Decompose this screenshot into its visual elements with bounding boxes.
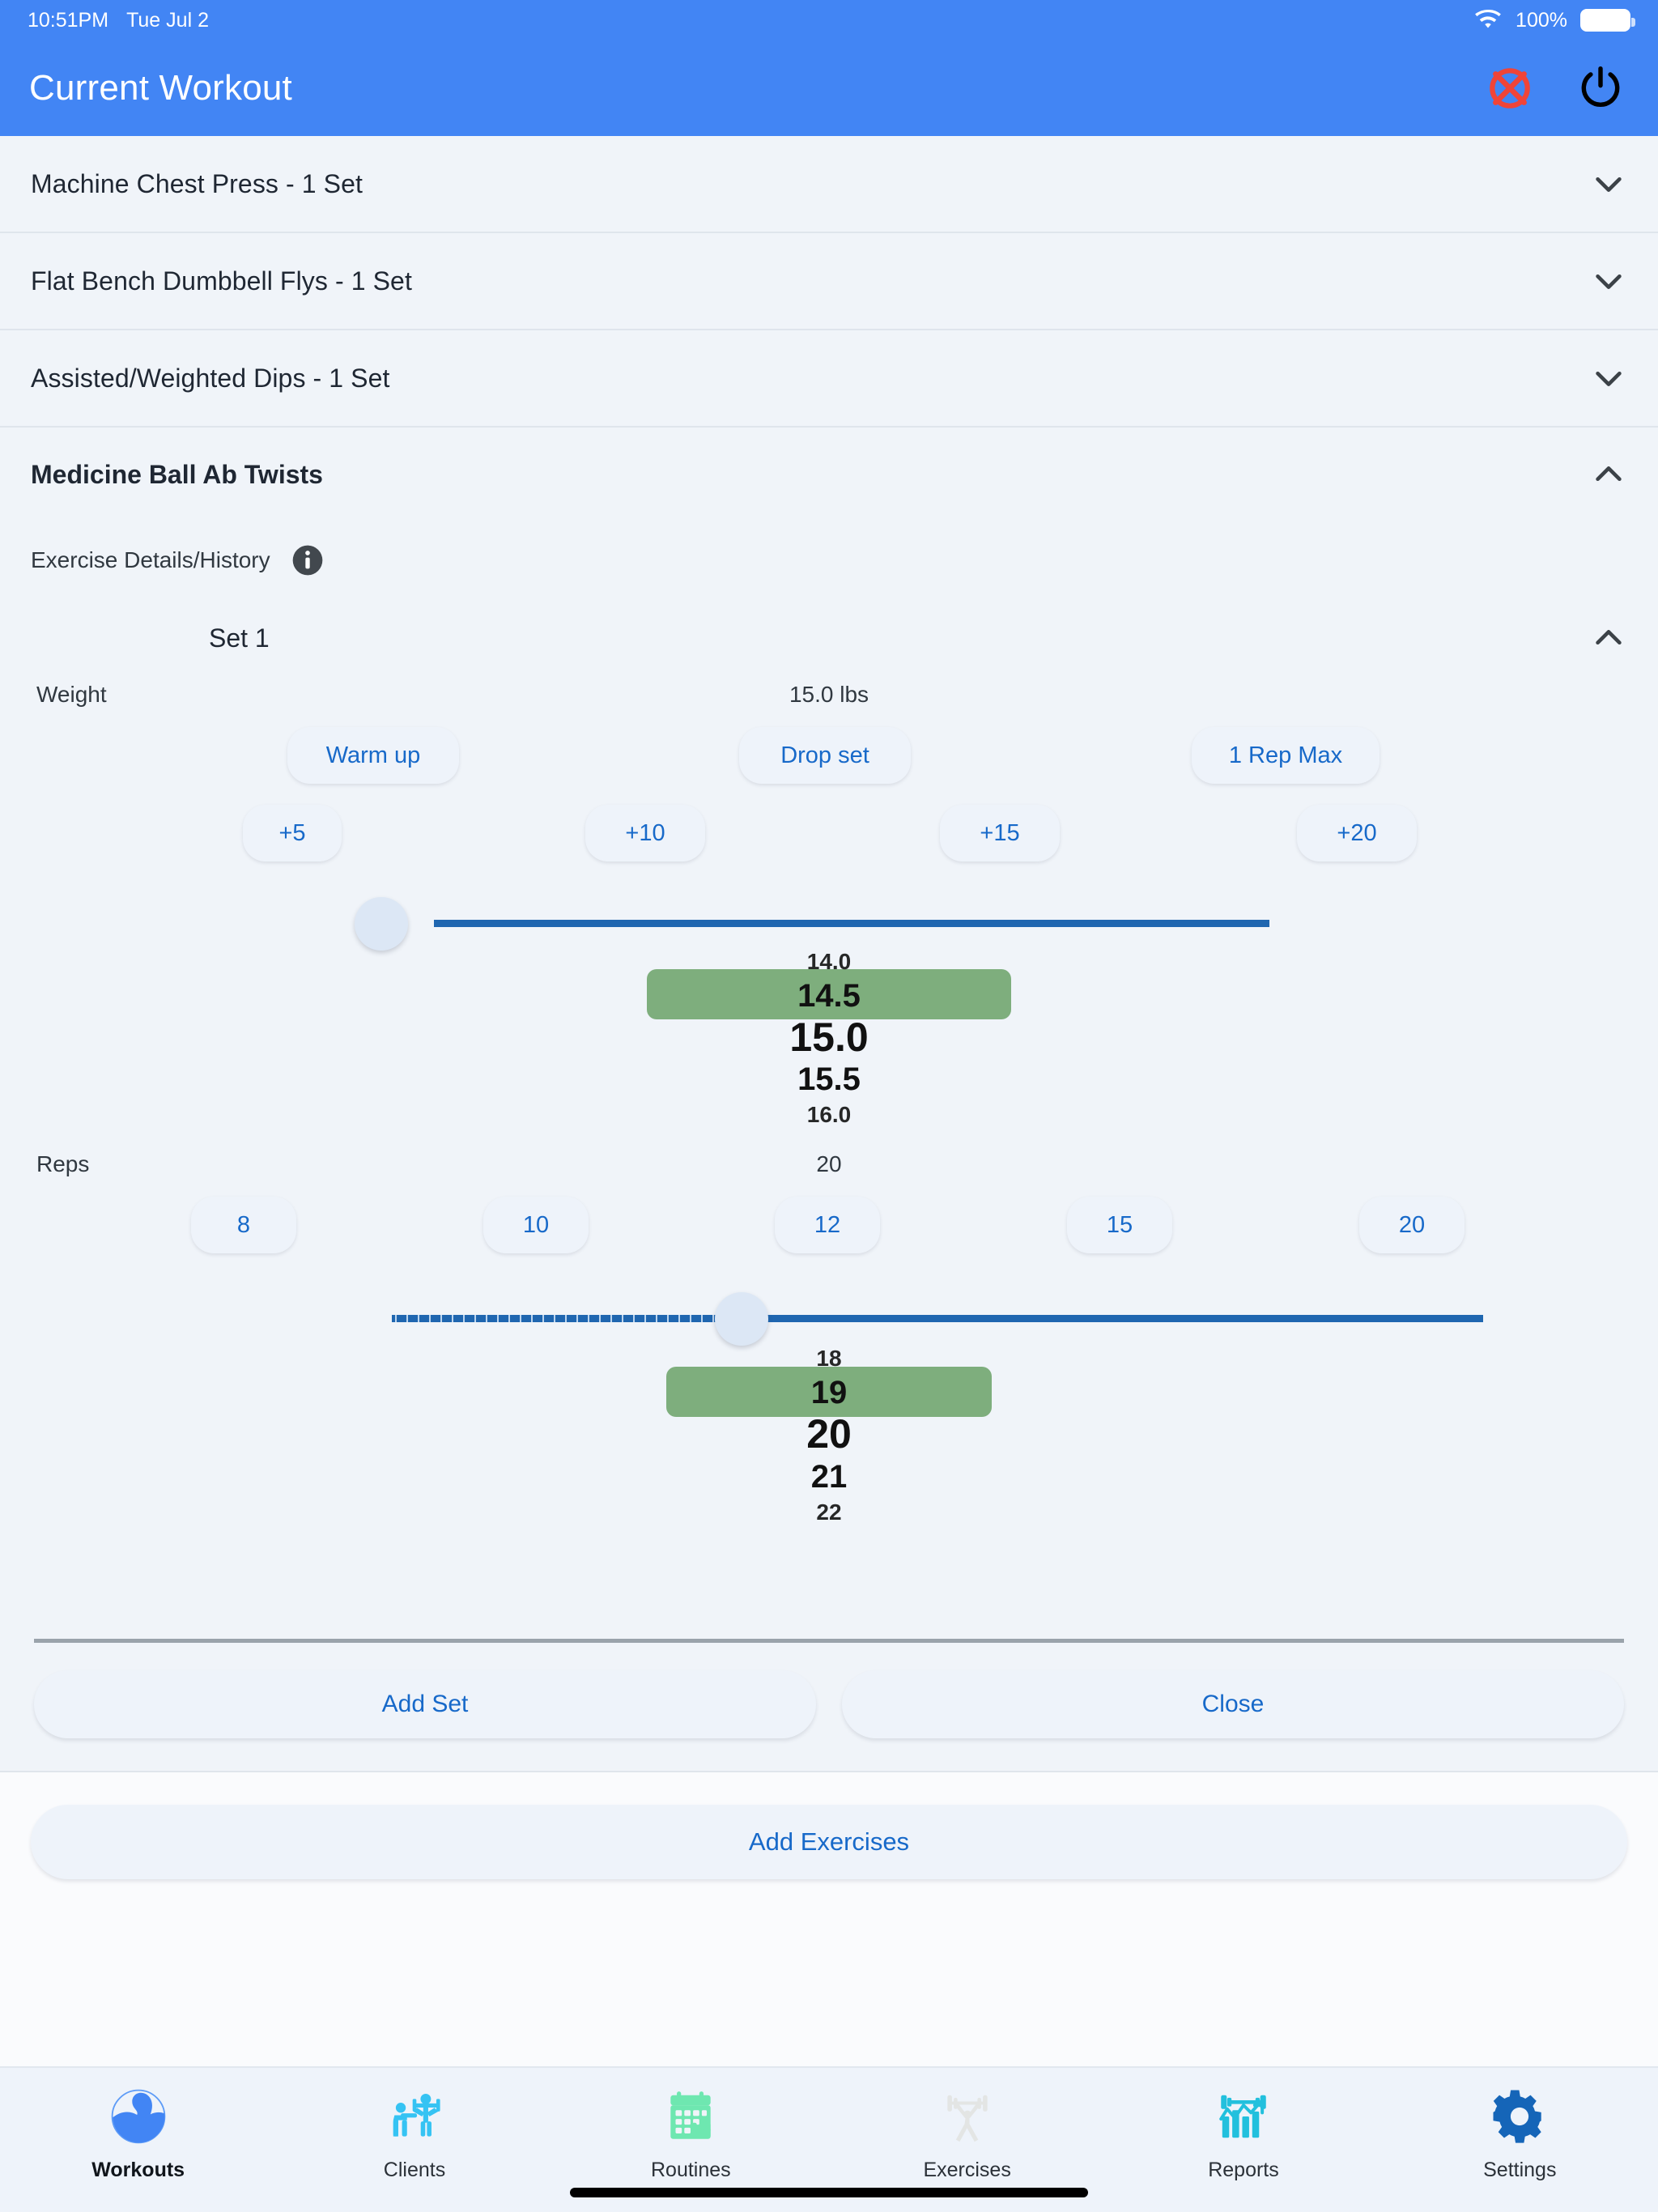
reps-20-button[interactable]: 20 [1359, 1197, 1465, 1253]
reps-option[interactable]: 19 [0, 1375, 1658, 1411]
gear-icon [1482, 2079, 1557, 2154]
tab-clients[interactable]: Clients [276, 2079, 552, 2182]
status-bar: 10:51PM Tue Jul 2 100% [0, 0, 1658, 40]
info-icon[interactable] [291, 544, 324, 576]
add-exercises-wrap: Add Exercises [0, 1772, 1658, 1879]
expanded-exercise-title: Medicine Ball Ab Twists [31, 459, 323, 489]
warm-up-button[interactable]: Warm up [287, 727, 459, 784]
nav-actions [1483, 62, 1627, 115]
tab-routines[interactable]: Routines [553, 2079, 829, 2182]
reps-slider-track-filled[interactable] [392, 1315, 746, 1322]
status-bar-right: 100% [1473, 8, 1635, 32]
reps-value: 20 [816, 1151, 842, 1176]
exercise-details-label: Exercise Details/History [31, 547, 270, 572]
set-actions-row: Add Set Close [0, 1643, 1658, 1771]
app-screen: 10:51PM Tue Jul 2 100% Current Workout M… [0, 0, 1658, 2212]
expanded-exercise-header[interactable]: Medicine Ball Ab Twists [0, 428, 1658, 521]
chevron-down-icon[interactable] [1590, 165, 1627, 202]
weight-modifier-row: Warm up Drop set 1 Rep Max [0, 727, 1658, 805]
expanded-exercise-panel: Medicine Ball Ab Twists Exercise Details… [0, 428, 1658, 1772]
exercise-row-label: Assisted/Weighted Dips - 1 Set [31, 363, 390, 393]
cancel-workout-button[interactable] [1483, 62, 1537, 115]
page-title: Current Workout [29, 68, 292, 108]
chevron-down-icon[interactable] [1590, 262, 1627, 300]
reps-quick-row: 8 10 12 15 20 [0, 1197, 1658, 1274]
tab-label: Exercises [923, 2159, 1011, 2181]
weight-increment-row: +5 +10 +15 +20 [0, 805, 1658, 879]
set-header[interactable]: Set 1 [0, 599, 1658, 677]
reps-15-button[interactable]: 15 [1067, 1197, 1172, 1253]
people-training-icon [377, 2079, 452, 2154]
tab-label: Settings [1483, 2159, 1557, 2181]
reps-10-button[interactable]: 10 [483, 1197, 589, 1253]
tab-reports[interactable]: Reports [1105, 2079, 1381, 2182]
home-indicator [570, 2188, 1088, 2197]
reps-slider-thumb[interactable] [715, 1292, 768, 1346]
calendar-dumbbell-icon [653, 2079, 728, 2154]
battery-full-icon [1580, 9, 1635, 32]
tab-bar: Workouts Clients Routines Exercises Repo… [0, 2066, 1658, 2212]
status-bar-left: 10:51PM Tue Jul 2 [28, 9, 209, 32]
status-time: 10:51PM [28, 8, 109, 32]
nav-bar: Current Workout [0, 40, 1658, 136]
wifi-icon [1475, 10, 1501, 28]
weight-option[interactable]: 14.0 [0, 949, 1658, 975]
chevron-up-icon[interactable] [1590, 619, 1627, 657]
drop-set-button[interactable]: Drop set [739, 727, 911, 784]
power-icon [1581, 66, 1620, 108]
muscle-arm-icon [101, 2079, 176, 2154]
weight-slider-track[interactable] [434, 920, 1269, 927]
status-date: Tue Jul 2 [126, 8, 209, 32]
tab-label: Clients [383, 2159, 446, 2181]
reps-12-button[interactable]: 12 [775, 1197, 880, 1253]
exercise-details-history-row[interactable]: Exercise Details/History [0, 521, 1658, 599]
battery-percent: 100% [1516, 8, 1567, 32]
weight-option[interactable]: 16.0 [0, 1102, 1658, 1128]
weight-option-selected[interactable]: 15.0 [0, 1014, 1658, 1061]
chevron-down-icon[interactable] [1590, 359, 1627, 397]
exercise-row-label: Machine Chest Press - 1 Set [31, 168, 363, 198]
add-set-button[interactable]: Add Set [34, 1670, 816, 1738]
reps-label-row: Reps 20 [0, 1146, 1658, 1197]
weight-option[interactable]: 15.5 [0, 1061, 1658, 1098]
weight-value: 15.0 lbs [789, 682, 869, 707]
weight-plus-10-button[interactable]: +10 [585, 805, 705, 861]
tab-label: Routines [650, 2159, 731, 2181]
workout-content: Machine Chest Press - 1 Set Flat Bench D… [0, 136, 1658, 2066]
weight-slider-thumb[interactable] [355, 897, 408, 951]
weight-option[interactable]: 14.5 [0, 978, 1658, 1015]
weight-plus-5-button[interactable]: +5 [243, 805, 342, 861]
end-workout-power-button[interactable] [1574, 62, 1627, 115]
one-rep-max-button[interactable]: 1 Rep Max [1192, 727, 1380, 784]
add-exercises-button[interactable]: Add Exercises [31, 1805, 1627, 1879]
cancel-circle-x-icon [1490, 68, 1530, 108]
tab-settings[interactable]: Settings [1382, 2079, 1658, 2182]
tab-workouts[interactable]: Workouts [0, 2079, 276, 2182]
weight-plus-15-button[interactable]: +15 [940, 805, 1060, 861]
exercise-row[interactable]: Machine Chest Press - 1 Set [0, 136, 1658, 233]
chevron-up-icon[interactable] [1590, 456, 1627, 493]
weight-plus-20-button[interactable]: +20 [1297, 805, 1417, 861]
reps-option[interactable]: 22 [0, 1499, 1658, 1525]
reps-slider-track[interactable] [746, 1315, 1483, 1322]
weightlifter-icon [930, 2079, 1005, 2154]
exercise-row[interactable]: Assisted/Weighted Dips - 1 Set [0, 330, 1658, 428]
reps-8-button[interactable]: 8 [191, 1197, 296, 1253]
tab-exercises[interactable]: Exercises [829, 2079, 1105, 2182]
set-label: Set 1 [209, 623, 270, 653]
exercise-row[interactable]: Flat Bench Dumbbell Flys - 1 Set [0, 233, 1658, 330]
barbell-chart-icon [1206, 2079, 1281, 2154]
reps-option[interactable]: 21 [0, 1459, 1658, 1495]
reps-picker[interactable]: 18 19 20 21 22 [0, 1346, 1658, 1639]
reps-option-selected[interactable]: 20 [0, 1410, 1658, 1457]
tab-label: Workouts [91, 2159, 185, 2181]
exercise-row-label: Flat Bench Dumbbell Flys - 1 Set [31, 266, 412, 296]
close-set-button[interactable]: Close [842, 1670, 1624, 1738]
weight-label-row: Weight 15.0 lbs [0, 677, 1658, 727]
reps-option[interactable]: 18 [0, 1346, 1658, 1372]
tab-label: Reports [1208, 2159, 1279, 2181]
